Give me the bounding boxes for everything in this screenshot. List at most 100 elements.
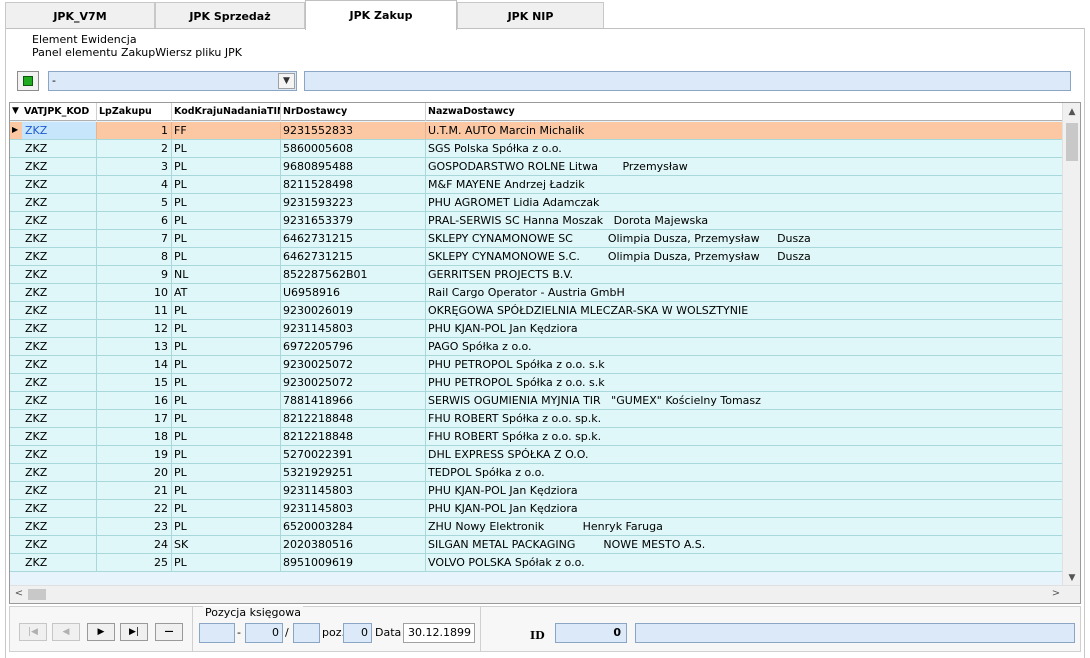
- table-row[interactable]: ZKZ 6 PL 9231653379 PRAL-SERWIS SC Hanna Mos…: [10, 212, 1062, 230]
- table-row[interactable]: ZKZ 17 PL 8212218848 FHU ROBERT Spółka z o.o…: [10, 410, 1062, 428]
- cell-lpzakupu[interactable]: 10: [97, 284, 172, 301]
- table-row[interactable]: ZKZ 24 SK 2020380516 SILGAN METAL PACKAGING …: [10, 536, 1062, 554]
- delete-record-button[interactable]: —: [155, 623, 183, 641]
- cell-nrdostawcy[interactable]: 9230025072: [281, 356, 426, 373]
- cell-vatjpk-kod[interactable]: ZKZ: [22, 482, 97, 499]
- chevron-down-icon[interactable]: ▼: [278, 73, 295, 89]
- cell-nazwadostawcy[interactable]: ZHU Nowy Elektronik Henryk Faruga: [426, 518, 1062, 535]
- cell-nrdostawcy[interactable]: 5860005608: [281, 140, 426, 157]
- cell-nazwadostawcy[interactable]: FHU ROBERT Spółka z o.o. sp.k.: [426, 428, 1062, 445]
- cell-nazwadostawcy[interactable]: PHU PETROPOL Spółka z o.o. s.k: [426, 374, 1062, 391]
- cell-kodkraju[interactable]: PL: [172, 320, 281, 337]
- cell-vatjpk-kod[interactable]: ZKZ: [22, 464, 97, 481]
- sort-indicator-icon[interactable]: ▼: [10, 103, 22, 121]
- cell-nrdostawcy[interactable]: 6462731215: [281, 230, 426, 247]
- date-field[interactable]: 30.12.1899: [403, 623, 475, 643]
- horizontal-scrollbar[interactable]: < >: [10, 585, 1080, 603]
- cell-nazwadostawcy[interactable]: PHU PETROPOL Spółka z o.o. s.k: [426, 356, 1062, 373]
- table-row[interactable]: ZKZ 23 PL 6520003284 ZHU Nowy Elektronik Hen…: [10, 518, 1062, 536]
- cell-nazwadostawcy[interactable]: VOLVO POLSKA Spółak z o.o.: [426, 554, 1062, 571]
- cell-nazwadostawcy[interactable]: PRAL-SERWIS SC Hanna Moszak Dorota Majew…: [426, 212, 1062, 229]
- cell-kodkraju[interactable]: SK: [172, 536, 281, 553]
- table-row[interactable]: ZKZ 4 PL 8211528498 M&F MAYENE Andrzej Ładzi…: [10, 176, 1062, 194]
- cell-nrdostawcy[interactable]: 9231653379: [281, 212, 426, 229]
- cell-lpzakupu[interactable]: 25: [97, 554, 172, 571]
- table-row[interactable]: ZKZ 22 PL 9231145803 PHU KJAN-POL Jan Kędzio…: [10, 500, 1062, 518]
- cell-kodkraju[interactable]: PL: [172, 410, 281, 427]
- filter-combo[interactable]: - ▼: [48, 71, 297, 91]
- cell-vatjpk-kod[interactable]: ZKZ: [22, 392, 97, 409]
- cell-nazwadostawcy[interactable]: GERRITSEN PROJECTS B.V.: [426, 266, 1062, 283]
- id-extra-field[interactable]: [635, 623, 1075, 643]
- column-header-lpzakupu[interactable]: LpZakupu: [97, 103, 172, 121]
- cell-lpzakupu[interactable]: 7: [97, 230, 172, 247]
- cell-nazwadostawcy[interactable]: TEDPOL Spółka z o.o.: [426, 464, 1062, 481]
- cell-nazwadostawcy[interactable]: SKLEPY CYNAMONOWE SC Olimpia Dusza, Prze…: [426, 230, 1062, 247]
- cell-vatjpk-kod[interactable]: ZKZ: [22, 194, 97, 211]
- cell-nrdostawcy[interactable]: 2020380516: [281, 536, 426, 553]
- cell-vatjpk-kod[interactable]: ZKZ: [22, 356, 97, 373]
- cell-kodkraju[interactable]: PL: [172, 482, 281, 499]
- cell-kodkraju[interactable]: PL: [172, 158, 281, 175]
- table-row[interactable]: ZKZ 10 AT U6958916 Rail Cargo Operator - Aus…: [10, 284, 1062, 302]
- tab-jpk-sprzedaz[interactable]: JPK Sprzedaż: [155, 2, 305, 29]
- vertical-scroll-thumb[interactable]: [1066, 123, 1078, 161]
- column-header-nazwadostawcy[interactable]: NazwaDostawcy: [426, 103, 1062, 121]
- cell-vatjpk-kod[interactable]: ZKZ: [22, 158, 97, 175]
- cell-nrdostawcy[interactable]: 7881418966: [281, 392, 426, 409]
- cell-vatjpk-kod[interactable]: ZKZ: [22, 176, 97, 193]
- cell-vatjpk-kod[interactable]: ZKZ: [22, 428, 97, 445]
- column-header-kodkraju[interactable]: KodKrajuNadaniaTIN: [172, 103, 281, 121]
- cell-lpzakupu[interactable]: 22: [97, 500, 172, 517]
- cell-lpzakupu[interactable]: 18: [97, 428, 172, 445]
- position-field-1[interactable]: [199, 623, 235, 643]
- cell-nrdostawcy[interactable]: 8211528498: [281, 176, 426, 193]
- color-marker-button[interactable]: [17, 71, 39, 91]
- table-row[interactable]: ZKZ 13 PL 6972205796 PAGO Spółka z o.o.: [10, 338, 1062, 356]
- poz-field[interactable]: 0: [343, 623, 372, 643]
- tab-jpk-v7m[interactable]: JPK_V7M: [5, 2, 155, 29]
- cell-kodkraju[interactable]: PL: [172, 464, 281, 481]
- cell-kodkraju[interactable]: PL: [172, 428, 281, 445]
- table-row[interactable]: ZKZ 14 PL 9230025072 PHU PETROPOL Spółka z o…: [10, 356, 1062, 374]
- table-row[interactable]: ZKZ 7 PL 6462731215 SKLEPY CYNAMONOWE SC Oli…: [10, 230, 1062, 248]
- cell-nazwadostawcy[interactable]: FHU ROBERT Spółka z o.o. sp.k.: [426, 410, 1062, 427]
- cell-kodkraju[interactable]: PL: [172, 248, 281, 265]
- cell-lpzakupu[interactable]: 2: [97, 140, 172, 157]
- previous-record-button[interactable]: ◀: [52, 623, 80, 641]
- cell-nazwadostawcy[interactable]: PHU KJAN-POL Jan Kędziora: [426, 500, 1062, 517]
- cell-lpzakupu[interactable]: 1: [97, 122, 172, 139]
- cell-kodkraju[interactable]: NL: [172, 266, 281, 283]
- cell-nrdostawcy[interactable]: U6958916: [281, 284, 426, 301]
- cell-vatjpk-kod[interactable]: ZKZ: [22, 122, 97, 139]
- cell-nazwadostawcy[interactable]: SGS Polska Spółka z o.o.: [426, 140, 1062, 157]
- cell-lpzakupu[interactable]: 5: [97, 194, 172, 211]
- table-row[interactable]: ▶ ZKZ 1 FF 9231552833 U.T.M. AUTO Marcin Mich…: [10, 122, 1062, 140]
- cell-vatjpk-kod[interactable]: ZKZ: [22, 374, 97, 391]
- cell-vatjpk-kod[interactable]: ZKZ: [22, 410, 97, 427]
- table-row[interactable]: ZKZ 12 PL 9231145803 PHU KJAN-POL Jan Kędzio…: [10, 320, 1062, 338]
- cell-kodkraju[interactable]: PL: [172, 176, 281, 193]
- cell-kodkraju[interactable]: PL: [172, 140, 281, 157]
- cell-nrdostawcy[interactable]: 8212218848: [281, 428, 426, 445]
- cell-lpzakupu[interactable]: 13: [97, 338, 172, 355]
- table-row[interactable]: ZKZ 18 PL 8212218848 FHU ROBERT Spółka z o.o…: [10, 428, 1062, 446]
- tab-jpk-nip[interactable]: JPK NIP: [457, 2, 604, 29]
- cell-vatjpk-kod[interactable]: ZKZ: [22, 500, 97, 517]
- cell-kodkraju[interactable]: PL: [172, 554, 281, 571]
- cell-nrdostawcy[interactable]: 8951009619: [281, 554, 426, 571]
- table-row[interactable]: ZKZ 21 PL 9231145803 PHU KJAN-POL Jan Kędzio…: [10, 482, 1062, 500]
- cell-kodkraju[interactable]: PL: [172, 212, 281, 229]
- table-row[interactable]: ZKZ 25 PL 8951009619 VOLVO POLSKA Spółak z o…: [10, 554, 1062, 572]
- next-record-button[interactable]: ▶: [87, 623, 115, 641]
- cell-vatjpk-kod[interactable]: ZKZ: [22, 212, 97, 229]
- cell-nrdostawcy[interactable]: 852287562B01: [281, 266, 426, 283]
- cell-kodkraju[interactable]: PL: [172, 518, 281, 535]
- scroll-down-icon[interactable]: ▼: [1066, 572, 1078, 584]
- cell-lpzakupu[interactable]: 12: [97, 320, 172, 337]
- cell-vatjpk-kod[interactable]: ZKZ: [22, 446, 97, 463]
- cell-nrdostawcy[interactable]: 9230026019: [281, 302, 426, 319]
- cell-kodkraju[interactable]: PL: [172, 392, 281, 409]
- cell-nazwadostawcy[interactable]: PHU KJAN-POL Jan Kędziora: [426, 320, 1062, 337]
- cell-kodkraju[interactable]: PL: [172, 356, 281, 373]
